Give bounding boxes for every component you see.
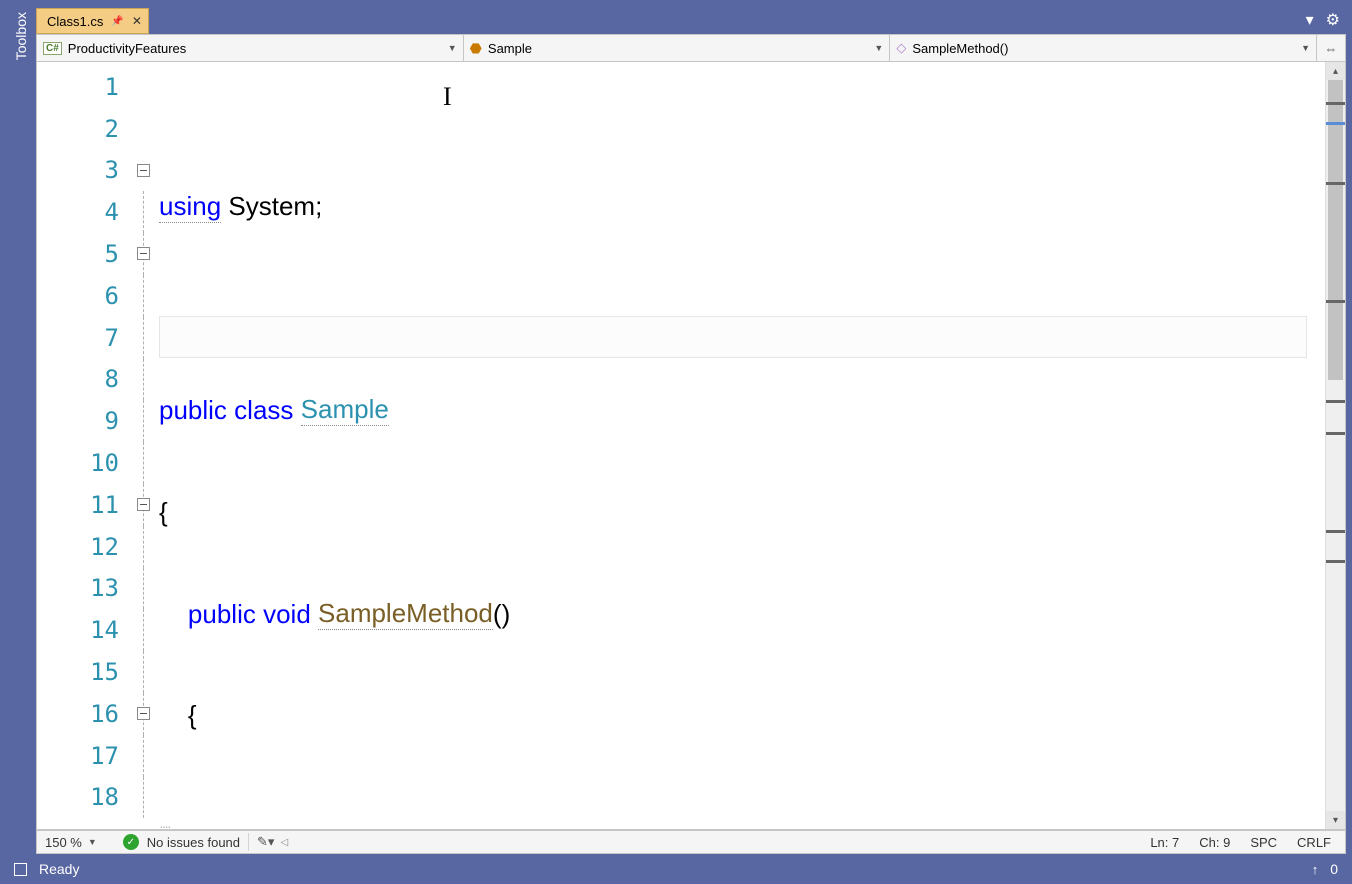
line-number: 4: [37, 191, 133, 233]
code-editor[interactable]: 1 2 3 4 5 6 7 8 9 10 11 12 13 14 15 16 1…: [36, 62, 1346, 830]
line-number: 10: [37, 442, 133, 484]
line-number: 2: [37, 108, 133, 150]
zoom-dropdown[interactable]: 150 % ▼: [37, 835, 99, 850]
line-number: 14: [37, 609, 133, 651]
toolbox-panel-collapsed[interactable]: Toolbox: [6, 6, 36, 854]
split-icon: ⇔: [1325, 41, 1338, 56]
line-number: 18: [37, 777, 133, 819]
status-ready: Ready: [39, 861, 79, 877]
split-window-button[interactable]: ⇔: [1317, 35, 1345, 61]
chevron-down-icon: ▼: [1301, 43, 1310, 53]
scroll-up-icon[interactable]: ▴: [1326, 62, 1345, 80]
line-number: 16: [37, 693, 133, 735]
nav-class-dropdown[interactable]: ⬣ Sample ▼: [464, 35, 891, 61]
outlining-margin[interactable]: [133, 62, 159, 829]
gear-icon[interactable]: ⚙: [1326, 10, 1340, 30]
status-tail: 0: [1330, 861, 1338, 877]
nav-project-label: ProductivityFeatures: [68, 41, 187, 56]
scroll-down-icon[interactable]: ▾: [1326, 811, 1345, 829]
status-square-icon: [14, 863, 27, 876]
scroll-thumb[interactable]: [1328, 80, 1343, 380]
line-number: 11: [37, 484, 133, 526]
chevron-down-icon: ▼: [448, 43, 457, 53]
nav-member-dropdown[interactable]: ◇ SampleMethod() ▼: [890, 35, 1317, 61]
line-number: 1: [37, 66, 133, 108]
line-number: 15: [37, 651, 133, 693]
csharp-badge-icon: C#: [43, 42, 62, 55]
toolbox-label: Toolbox: [13, 12, 29, 60]
code-area[interactable]: I using System; public class Sample { pu…: [159, 62, 1325, 829]
fold-toggle[interactable]: [137, 707, 150, 720]
whitespace-dots: ····: [159, 818, 170, 830]
chevron-down-icon: ▼: [874, 43, 883, 53]
fold-toggle[interactable]: [137, 498, 150, 511]
line-number: 5: [37, 233, 133, 275]
app-status-bar: Ready ↑ 0: [0, 854, 1352, 884]
zoom-value: 150 %: [45, 835, 82, 850]
line-number: 12: [37, 526, 133, 568]
chevron-down-icon: ▼: [88, 837, 97, 847]
nav-left-icon[interactable]: ◁: [280, 837, 288, 848]
document-tab-class1[interactable]: Class1.cs 📌 ✕: [36, 8, 149, 34]
line-number: 8: [37, 359, 133, 401]
close-icon[interactable]: ✕: [132, 14, 142, 28]
line-number: 13: [37, 568, 133, 610]
class-icon: ⬣: [470, 40, 482, 57]
fold-toggle[interactable]: [137, 164, 150, 177]
text-caret: I: [443, 82, 452, 112]
brush-icon[interactable]: ✎▾: [257, 834, 274, 850]
nav-member-label: SampleMethod(): [912, 41, 1008, 56]
nav-class-label: Sample: [488, 41, 532, 56]
line-number-margin: 1 2 3 4 5 6 7 8 9 10 11 12 13 14 15 16 1…: [37, 62, 133, 829]
upload-icon[interactable]: ↑: [1312, 862, 1319, 877]
error-status[interactable]: ✓ No issues found: [123, 834, 240, 850]
line-ending-indicator[interactable]: CRLF: [1297, 835, 1331, 850]
document-tab-row: Class1.cs 📌 ✕ ▾ ⚙: [36, 6, 1346, 34]
vertical-scrollbar[interactable]: ▴ ▾: [1325, 62, 1345, 829]
line-number: 6: [37, 275, 133, 317]
editor-status-bar: 150 % ▼ ✓ No issues found ✎▾ ◁ Ln: 7 Ch:…: [36, 830, 1346, 854]
check-circle-icon: ✓: [123, 834, 139, 850]
issues-text: No issues found: [147, 835, 240, 850]
pin-icon[interactable]: 📌: [111, 16, 123, 27]
line-number: 9: [37, 400, 133, 442]
line-number: 7: [37, 317, 133, 359]
spaces-indicator[interactable]: SPC: [1250, 835, 1277, 850]
fold-toggle[interactable]: [137, 247, 150, 260]
method-icon: ◇: [896, 40, 906, 56]
line-number: 17: [37, 735, 133, 777]
line-indicator[interactable]: Ln: 7: [1150, 835, 1179, 850]
window-chevron-down-icon[interactable]: ▾: [1306, 10, 1314, 30]
column-indicator[interactable]: Ch: 9: [1199, 835, 1230, 850]
line-number: 3: [37, 150, 133, 192]
tab-filename: Class1.cs: [47, 14, 103, 29]
nav-project-dropdown[interactable]: C# ProductivityFeatures ▼: [37, 35, 464, 61]
navigation-bar: C# ProductivityFeatures ▼ ⬣ Sample ▼ ◇ S…: [36, 34, 1346, 62]
